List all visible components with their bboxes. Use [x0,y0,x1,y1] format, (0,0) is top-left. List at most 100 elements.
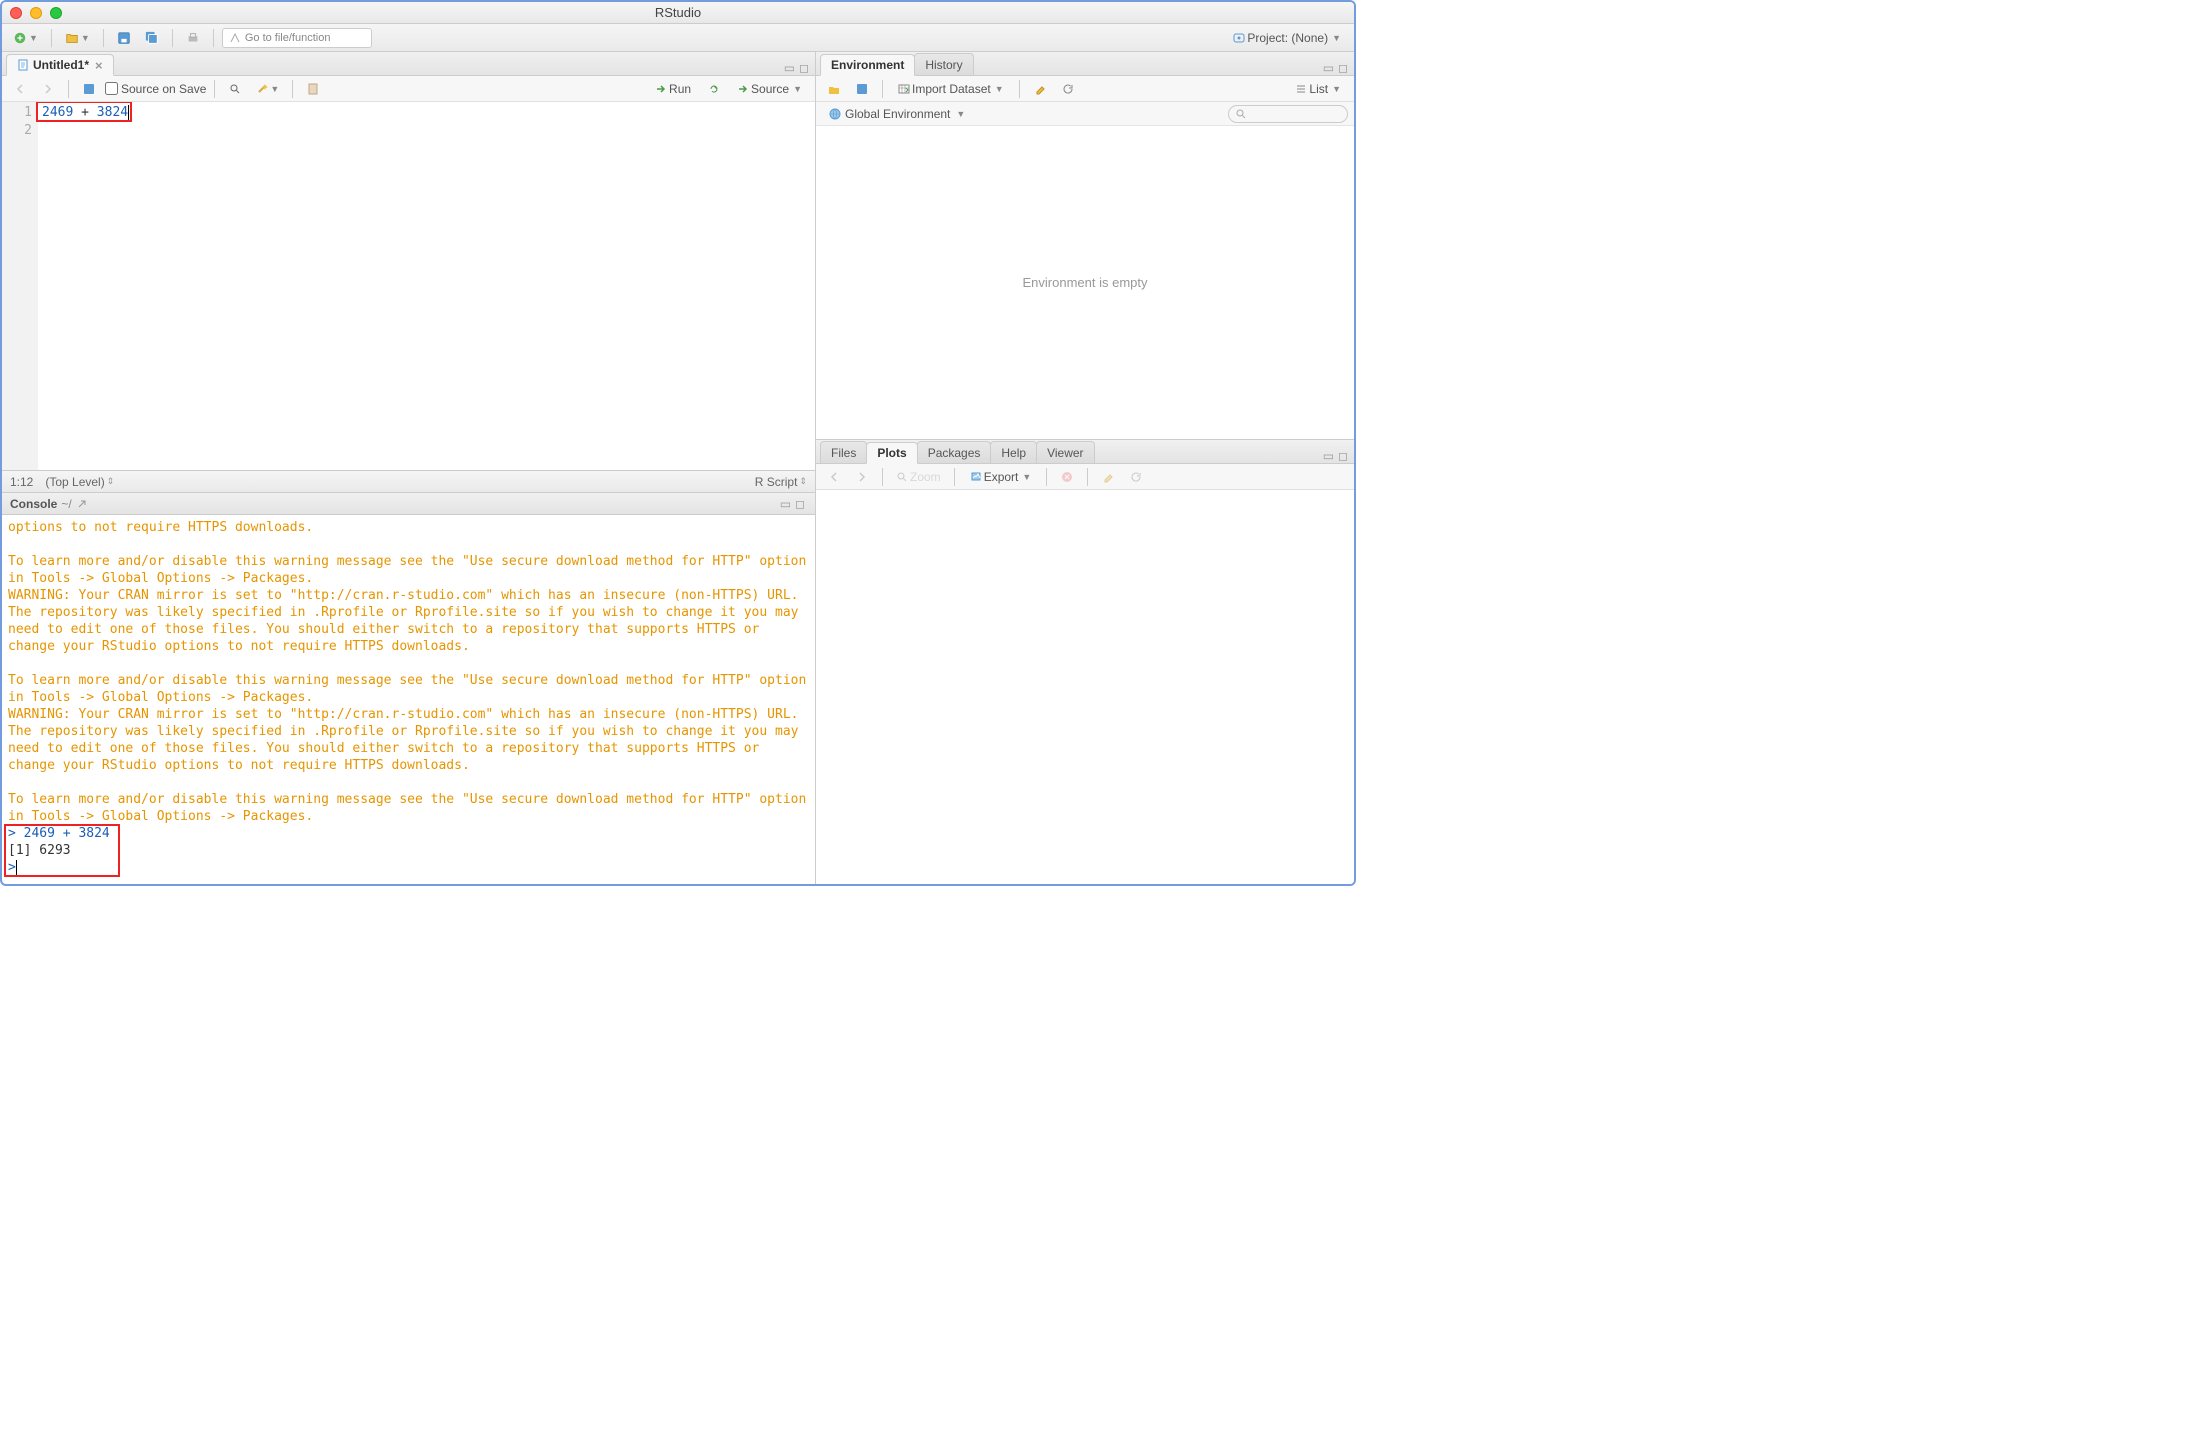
plots-body [816,490,1354,884]
rerun-button[interactable] [702,79,726,99]
find-button[interactable] [223,79,247,99]
titlebar: RStudio [2,2,1354,24]
window-title: RStudio [655,5,701,20]
source-gutter: 1 2 [2,102,38,470]
refresh-plots-button[interactable] [1124,467,1148,487]
console-prompt: > [8,860,16,875]
zoom-button[interactable]: Zoom [891,467,946,487]
plots-toolbar: Zoom Export ▼ [816,464,1354,490]
source-tab-label: Untitled1* [33,58,89,72]
environment-tabs: Environment History ▭ ◻ [816,52,1354,76]
run-label: Run [669,82,691,96]
file-type-selector[interactable]: R Script ⇕ [755,475,807,489]
import-dataset-label: Import Dataset [912,82,991,96]
environment-empty-message: Environment is empty [1023,275,1148,290]
plot-prev-button[interactable] [822,467,846,487]
maximize-env-icon[interactable]: ◻ [1338,61,1348,75]
save-button[interactable] [112,27,136,49]
save-all-button[interactable] [140,27,164,49]
save-workspace-button[interactable] [850,79,874,99]
scope-label: (Top Level) [45,475,104,489]
remove-plot-button[interactable] [1055,467,1079,487]
close-tab-icon[interactable]: × [95,58,103,73]
window-maximize-button[interactable] [50,7,62,19]
tab-help[interactable]: Help [990,441,1037,463]
tab-viewer[interactable]: Viewer [1036,441,1094,463]
console-result: [1] 6293 [8,842,809,859]
run-button[interactable]: Run [648,79,698,99]
tab-plots[interactable]: Plots [866,442,917,464]
clear-plots-button[interactable] [1096,467,1120,487]
environment-scope-bar: Global Environment ▼ [816,102,1354,126]
open-file-button[interactable]: ▼ [60,27,95,49]
forward-button[interactable] [36,79,60,99]
source-dropdown-button[interactable]: Source ▼ [730,79,809,99]
environment-search[interactable] [1228,105,1348,123]
list-view-label: List [1309,82,1328,96]
refresh-env-button[interactable] [1056,79,1080,99]
console-path: ~/ [61,497,71,511]
source-on-save-label: Source on Save [121,82,206,96]
export-plot-label: Export [984,470,1019,484]
new-file-button[interactable]: ▼ [8,27,43,49]
plot-next-button[interactable] [850,467,874,487]
tab-plots-label: Plots [877,446,906,460]
console-output[interactable]: options to not require HTTPS downloads. … [2,515,815,884]
environment-toolbar: Import Dataset ▼ List ▼ [816,76,1354,102]
tab-packages-label: Packages [928,446,981,460]
minimize-console-icon[interactable]: ▭ [780,497,791,511]
minimize-env-icon[interactable]: ▭ [1323,61,1334,75]
goto-file-function-input[interactable]: Go to file/function [222,28,372,48]
tab-environment-label: Environment [831,58,904,72]
source-tab-untitled[interactable]: Untitled1* × [6,54,114,76]
environment-scope-selector[interactable]: Global Environment ▼ [822,104,972,124]
maximize-files-icon[interactable]: ◻ [1338,449,1348,463]
minimize-pane-icon[interactable]: ▭ [784,61,795,75]
tab-files[interactable]: Files [820,441,867,463]
environment-scope-text: Global Environment [845,107,950,121]
tab-history-label: History [925,58,962,72]
tab-help-label: Help [1001,446,1026,460]
console-pane: Console ~/ ▭ ◻ options to not require HT… [2,492,815,884]
files-plots-pane: Files Plots Packages Help Viewer ▭ ◻ [816,440,1354,884]
goto-placeholder: Go to file/function [245,32,331,44]
cursor-position: 1:12 [10,475,33,489]
source-code[interactable]: 2469 + 3824 [38,102,815,470]
wand-button[interactable]: ▼ [251,79,284,99]
print-button[interactable] [181,27,205,49]
tab-environment[interactable]: Environment [820,54,915,76]
back-button[interactable] [8,79,32,99]
notebook-button[interactable] [301,79,325,99]
scope-selector[interactable]: (Top Level) ⇕ [45,475,114,489]
console-popout-icon[interactable] [76,498,88,510]
tab-history[interactable]: History [914,53,973,75]
source-tabs: Untitled1* × ▭ ◻ [2,52,815,76]
environment-body: Environment is empty [816,126,1354,439]
window-minimize-button[interactable] [30,7,42,19]
maximize-pane-icon[interactable]: ◻ [799,61,809,75]
window-close-button[interactable] [10,7,22,19]
source-statusbar: 1:12 (Top Level) ⇕ R Script ⇕ [2,470,815,492]
environment-pane: Environment History ▭ ◻ Import Dataset ▼ [816,52,1354,440]
export-plot-button[interactable]: Export ▼ [963,467,1039,487]
source-dropdown-label: Source [751,82,789,96]
files-tabs: Files Plots Packages Help Viewer ▭ ◻ [816,440,1354,464]
tab-viewer-label: Viewer [1047,446,1083,460]
list-view-button[interactable]: List ▼ [1288,79,1348,99]
source-editor[interactable]: 1 2 2469 + 3824 [2,102,815,470]
console-header: Console ~/ ▭ ◻ [2,493,815,515]
import-dataset-button[interactable]: Import Dataset ▼ [891,79,1011,99]
file-type-label: R Script [755,475,798,489]
minimize-files-icon[interactable]: ▭ [1323,449,1334,463]
source-toolbar: Source on Save ▼ Run Source [2,76,815,102]
tab-files-label: Files [831,446,856,460]
tab-packages[interactable]: Packages [917,441,992,463]
load-workspace-button[interactable] [822,79,846,99]
project-selector[interactable]: Project: (None) ▼ [1226,28,1348,48]
clear-workspace-button[interactable] [1028,79,1052,99]
main-toolbar: ▼ ▼ Go to file/function Project: (None) … [2,24,1354,52]
zoom-label: Zoom [910,470,941,484]
maximize-console-icon[interactable]: ◻ [795,497,805,511]
save-source-button[interactable] [77,79,101,99]
source-on-save-checkbox[interactable]: Source on Save [105,82,206,96]
